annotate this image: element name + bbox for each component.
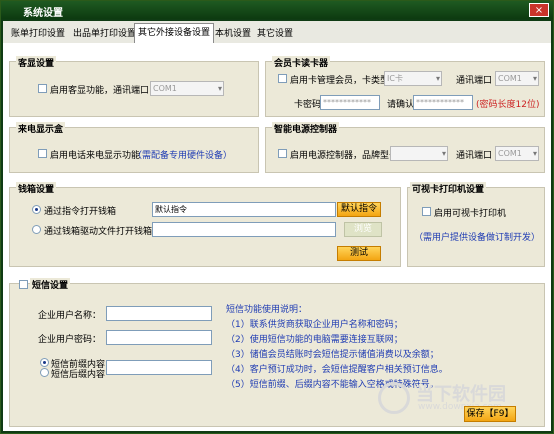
tab-dish-print[interactable]: 出品单打印设置 [69,25,140,42]
browse-button[interactable]: 浏览 [344,222,382,237]
title-bar[interactable]: 系统设置 × [1,1,553,19]
power-controller-label: 启用电源控制器，品牌型号 [290,151,399,161]
tab-bar: 账单打印设置 出品单打印设置 其它外接设备设置 本机设置 其它设置 [3,21,551,43]
power-controller-title: 智能电源控制器 [272,122,340,135]
company-password-input[interactable] [106,330,212,345]
sms-help-title: 短信功能使用说明： [226,305,308,315]
tab-external-devices[interactable]: 其它外接设备设置 [134,23,215,43]
sms-help-line: （4）客户预订成功时，会短信提醒客户相关预订信息。 [226,365,448,375]
radio-open-by-command[interactable] [32,205,41,214]
window-title: 系统设置 [23,8,63,19]
member-card-label: 启用卡管理会员，卡类型 [290,76,390,86]
radio-open-by-driver[interactable] [32,225,41,234]
sms-suffix-label: 短信后缀内容 [51,370,106,380]
power-controller-panel: 智能电源控制器 启用电源控制器，品牌型号 通讯端口 COM1 [265,122,545,173]
power-model-select[interactable] [390,146,448,161]
test-button[interactable]: 测试 [337,246,381,261]
visual-card-printer-label: 启用可视卡打印机 [434,209,507,219]
card-confirm-input[interactable]: ************ [413,95,473,110]
open-by-command-label: 通过指令打开钱箱 [44,207,117,217]
visual-card-printer-hint: （需用户提供设备做订制开发） [414,233,541,243]
customer-display-title: 客显设置 [16,56,57,69]
customer-display-checkbox[interactable] [38,84,47,93]
radio-sms-suffix[interactable] [40,368,49,377]
sms-help-line: （1）联系供货商获取企业用户名称和密码； [226,320,403,330]
visual-card-printer-checkbox[interactable] [422,207,431,216]
power-controller-checkbox[interactable] [278,149,287,158]
close-button[interactable]: × [529,3,549,17]
card-password-label: 卡密码 [294,100,322,110]
caller-id-panel: 来电显示盒 启用电话来电显示功能 （需配备专用硬件设备） [9,122,259,173]
tab-other-settings[interactable]: 其它设置 [253,25,297,42]
password-length-hint: (密码长度12位) [476,100,540,110]
tab-bill-print[interactable]: 账单打印设置 [7,25,69,42]
card-type-select[interactable]: IC卡 [384,71,442,86]
customer-display-label: 启用客显功能，通讯端口 [50,86,150,96]
settings-window: 系统设置 × 账单打印设置 出品单打印设置 其它外接设备设置 本机设置 其它设置… [0,0,554,434]
radio-sms-prefix[interactable] [40,358,49,367]
card-password-input[interactable]: ************ [320,95,380,110]
member-card-port-select[interactable]: COM1 [495,71,539,86]
company-name-label: 企业用户名称： [38,311,102,321]
sms-help-line: （3）储值会员结账时会短信提示储值消费以及余额； [226,350,439,360]
default-command-button[interactable]: 默认指令 [337,202,381,217]
sms-title: 短信设置 [30,278,71,291]
member-card-panel: 会员卡读卡器 启用卡管理会员，卡类型 IC卡 通讯端口 COM1 卡密码 ***… [265,56,545,117]
power-port-label: 通讯端口 [456,151,493,161]
member-card-port-label: 通讯端口 [456,76,493,86]
caller-id-title: 来电显示盒 [16,122,66,135]
open-by-driver-label: 通过钱箱驱动文件打开钱箱 [44,227,153,237]
caller-id-checkbox[interactable] [38,149,47,158]
caller-id-hint: （需配备专用硬件设备） [133,151,233,161]
company-password-label: 企业用户密码： [38,335,102,345]
save-button[interactable]: 保存【F9】 [464,406,516,422]
tab-content: 客显设置 启用客显功能，通讯端口 COM1 会员卡读卡器 启用卡管理会员，卡类型… [3,43,551,431]
customer-display-port-select[interactable]: COM1 [150,81,224,96]
customer-display-panel: 客显设置 启用客显功能，通讯端口 COM1 [9,56,259,117]
visual-card-printer-panel: 可视卡打印机设置 启用可视卡打印机 （需用户提供设备做订制开发） [407,182,545,267]
company-name-input[interactable] [106,306,212,321]
card-confirm-label: 请确认 [387,100,415,110]
sms-help-line: （2）使用短信功能的电脑需要连接互联网； [226,335,403,345]
sms-affix-input[interactable] [106,360,212,375]
sms-checkbox[interactable] [19,280,28,289]
cash-drawer-panel: 钱箱设置 通过指令打开钱箱 默认指令 默认指令 通过钱箱驱动文件打开钱箱 浏览 … [9,182,401,267]
cash-drawer-title: 钱箱设置 [16,182,57,195]
watermark-logo-icon [378,382,410,414]
tab-local-settings[interactable]: 本机设置 [211,25,255,42]
caller-id-label: 启用电话来电显示功能 [50,151,141,161]
member-card-checkbox[interactable] [278,74,287,83]
member-card-title: 会员卡读卡器 [272,56,331,69]
visual-card-printer-title: 可视卡打印机设置 [410,182,487,195]
power-port-select[interactable]: COM1 [495,146,539,161]
driver-file-input[interactable] [152,222,336,237]
command-input[interactable]: 默认指令 [152,202,336,217]
sms-panel: 短信设置 企业用户名称： 企业用户密码： 短信前缀内容 短信后缀内容 短信功能使… [9,278,545,427]
